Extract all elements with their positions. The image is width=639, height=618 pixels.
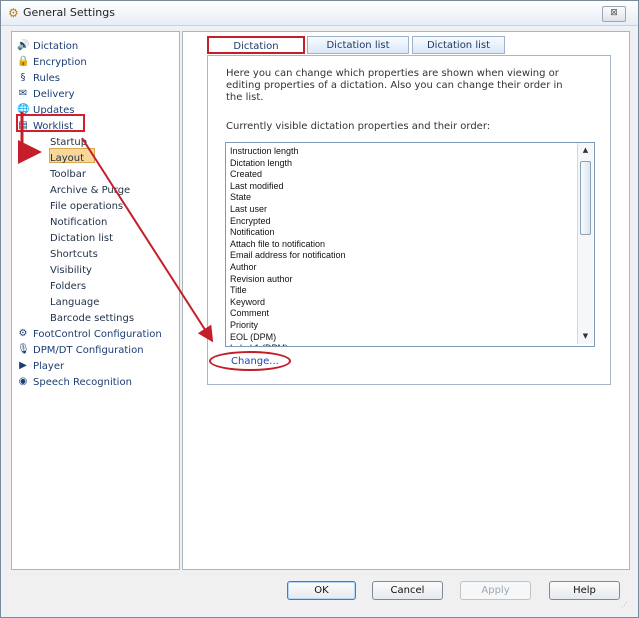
layout-arrow [81,137,214,343]
annotation-arrows [18,112,214,343]
worklist-arrow [18,112,42,164]
